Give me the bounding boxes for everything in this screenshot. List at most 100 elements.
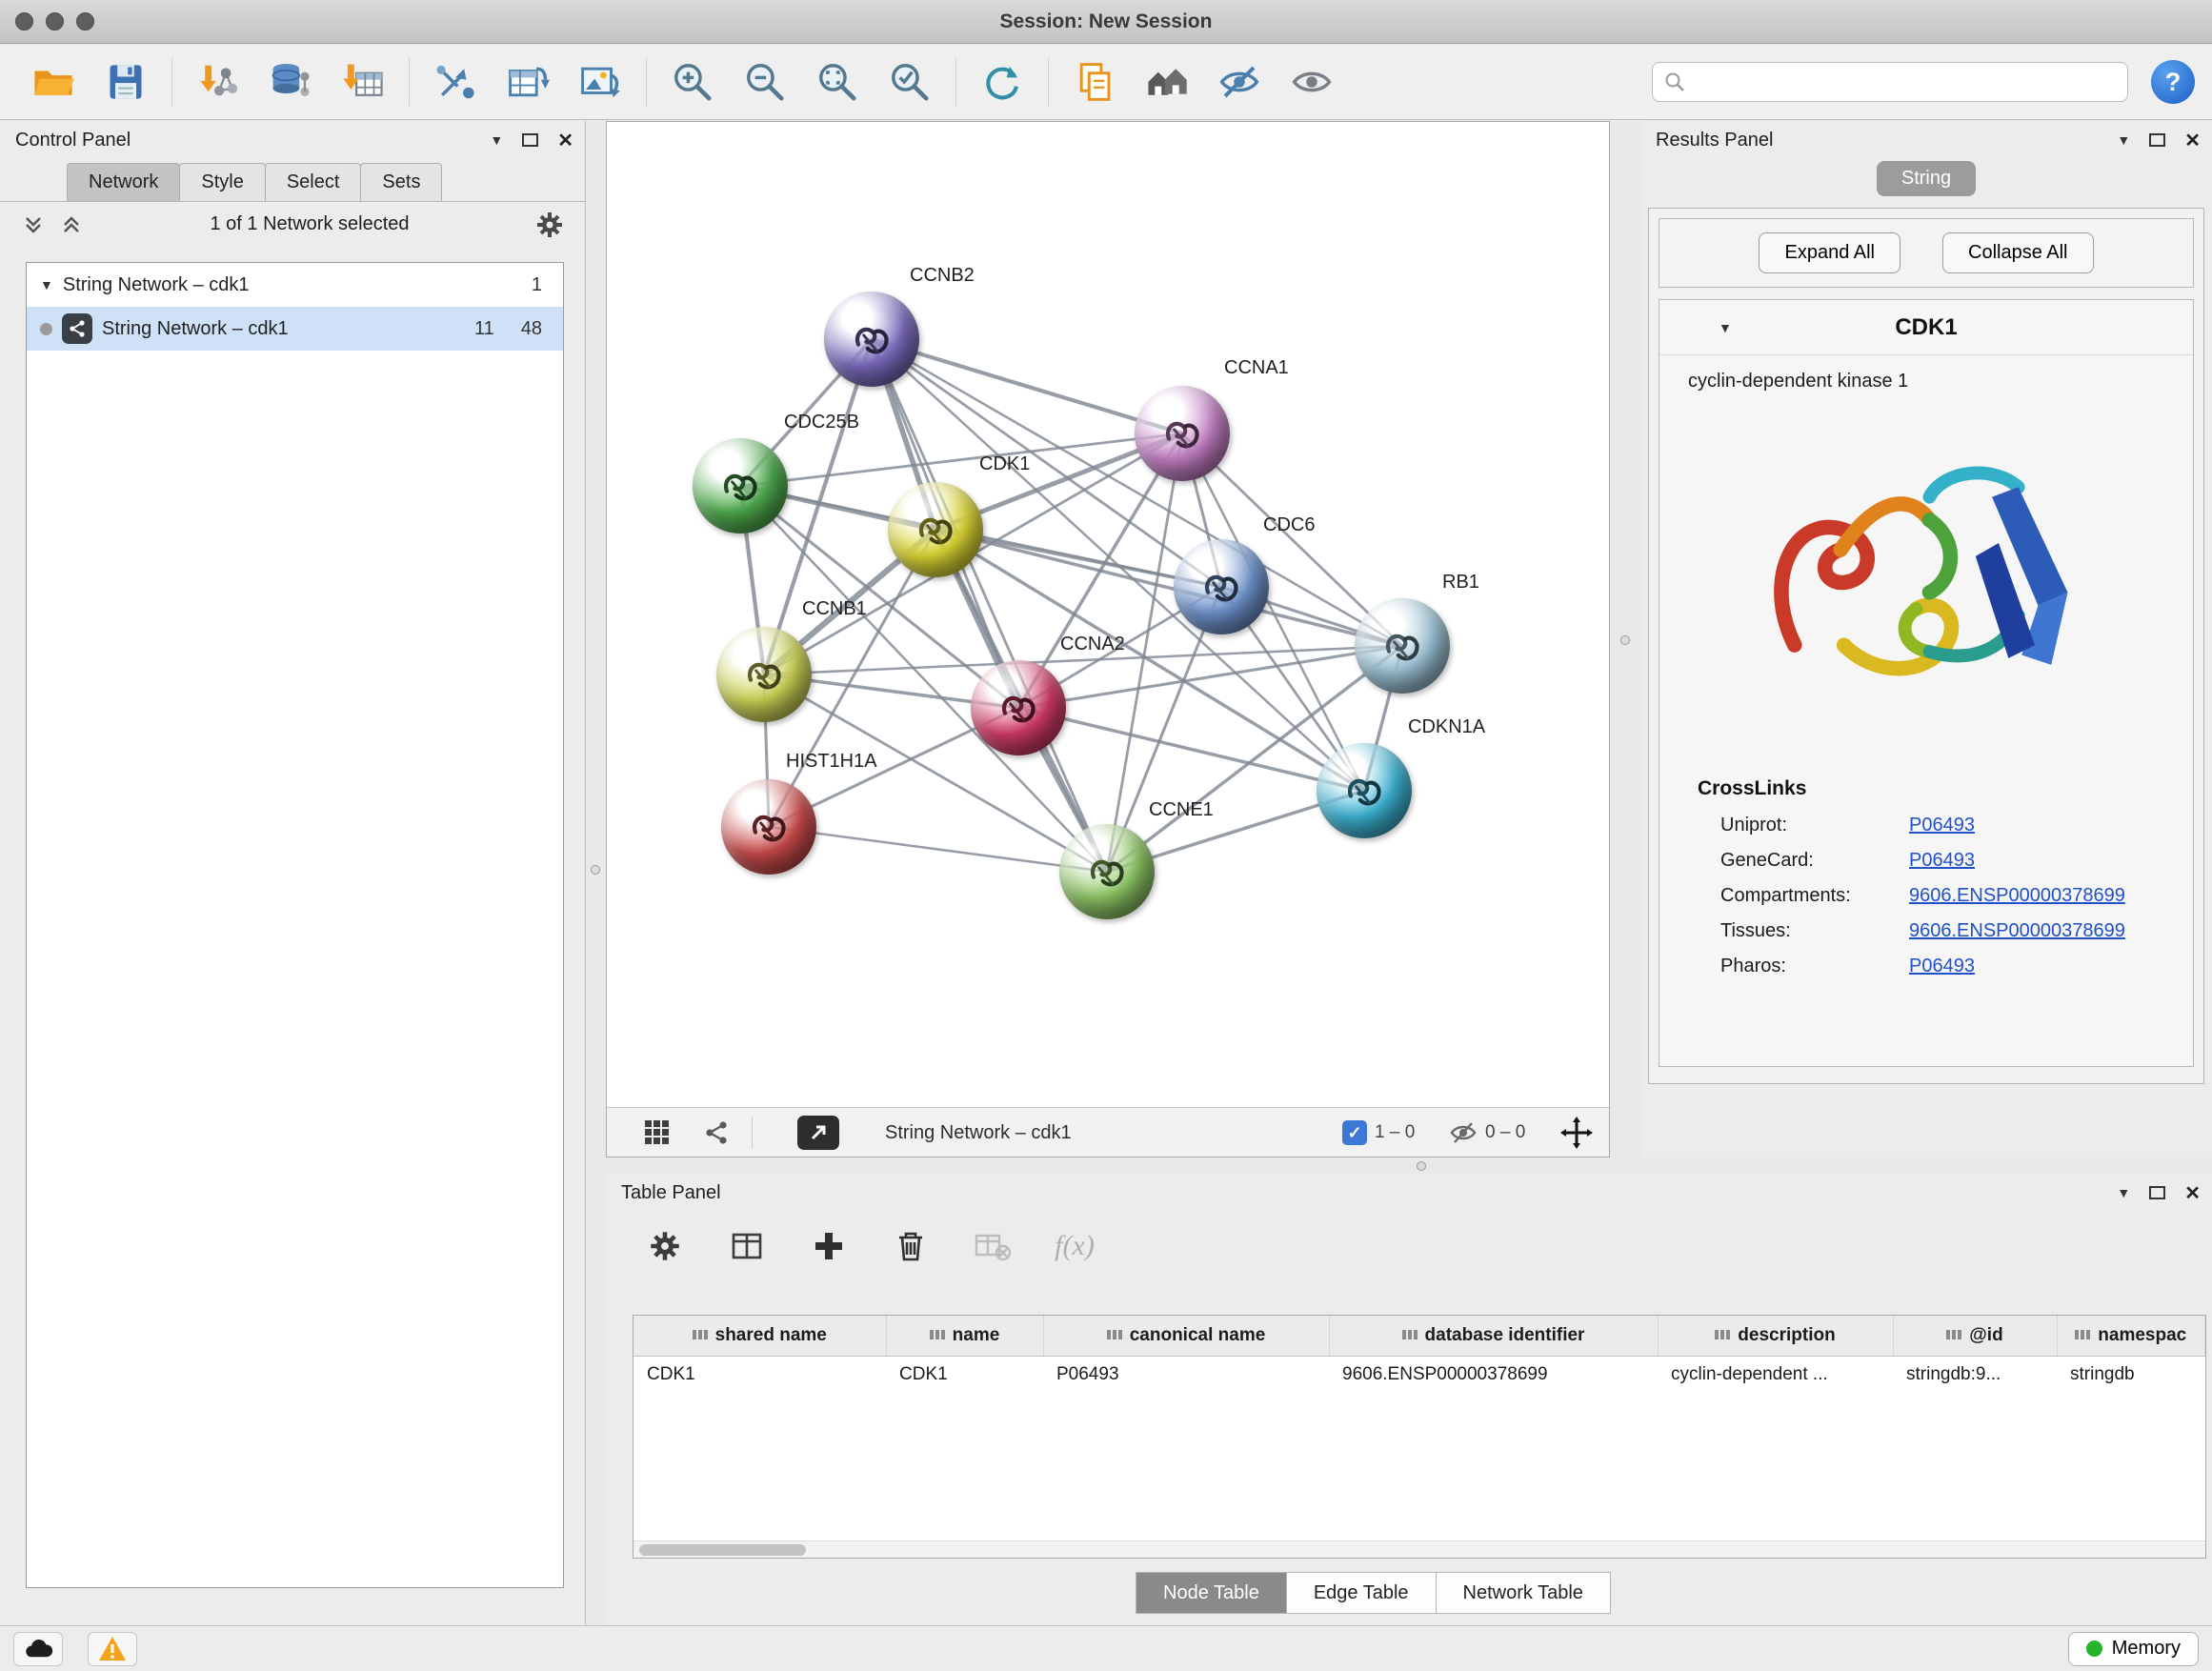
tab-string[interactable]: String [1877,161,1976,196]
table-cell[interactable]: stringdb:9... [1893,1356,2057,1394]
column-header[interactable]: namespac [2057,1316,2205,1356]
help-button[interactable]: ? [2151,60,2195,104]
column-header[interactable]: database identifier [1329,1316,1658,1356]
tab-select[interactable]: Select [265,163,362,201]
tab-style[interactable]: Style [179,163,265,201]
float-panel-icon[interactable] [2149,1186,2165,1199]
splitter-handle[interactable] [591,865,600,875]
open-session-button[interactable] [23,52,84,111]
delete-table-button[interactable] [968,1221,1017,1271]
cloud-status-button[interactable] [13,1632,63,1666]
network-node-ccnb1[interactable] [716,627,812,722]
expand-all-icon[interactable] [59,212,84,237]
protein-section-header[interactable]: ▼ CDK1 [1659,300,2193,355]
import-network-database-button[interactable] [260,52,321,111]
new-network-selection-button[interactable] [425,52,486,111]
import-table-file-button[interactable] [332,52,393,111]
network-node-ccne1[interactable] [1059,824,1155,919]
copy-style-button[interactable] [1064,52,1125,111]
column-header[interactable]: shared name [633,1316,886,1356]
zoom-in-button[interactable] [662,52,723,111]
show-all-button[interactable] [1281,52,1342,111]
network-node-cdk1[interactable] [888,482,983,577]
table-settings-button[interactable] [640,1221,690,1271]
clone-network-button[interactable] [497,52,558,111]
window-close-button[interactable] [15,12,33,30]
window-zoom-button[interactable] [76,12,94,30]
network-node-ccnb2[interactable] [824,292,919,387]
column-header[interactable]: @id [1893,1316,2057,1356]
table-cell[interactable]: CDK1 [886,1356,1043,1394]
birdseye-toggle-button[interactable] [797,1116,839,1150]
zoom-selected-button[interactable] [879,52,940,111]
collapse-all-icon[interactable] [21,212,46,237]
close-panel-icon[interactable]: ✕ [2184,1181,2201,1205]
panel-menu-icon[interactable]: ▼ [2117,132,2130,148]
crosslinks-heading: CrossLinks [1659,760,2193,808]
scrollbar-thumb[interactable] [639,1544,806,1556]
network-node-ccna2[interactable] [971,660,1066,755]
horizontal-scrollbar[interactable] [633,1540,2205,1558]
float-panel-icon[interactable] [522,133,538,147]
network-collection-row[interactable]: ▼ String Network – cdk1 1 [27,263,563,307]
crosslink-link[interactable]: P06493 [1909,815,1975,836]
network-node-cdc6[interactable] [1174,539,1269,634]
grid-view-icon[interactable] [643,1108,672,1158]
float-panel-icon[interactable] [2149,133,2165,147]
function-builder-button[interactable]: f(x) [1050,1221,1099,1271]
search-input[interactable] [1693,71,2116,92]
table-cell[interactable]: P06493 [1043,1356,1329,1394]
import-network-file-button[interactable] [188,52,249,111]
splitter-handle[interactable] [1417,1161,1426,1171]
table-cell[interactable]: cyclin-dependent ... [1658,1356,1893,1394]
delete-column-button[interactable] [886,1221,935,1271]
crosslink-link[interactable]: 9606.ENSP00000378699 [1909,920,2125,942]
hide-selected-button[interactable] [1209,52,1270,111]
tab-edge-table[interactable]: Edge Table [1286,1572,1437,1614]
column-header[interactable]: description [1658,1316,1893,1356]
collection-expand-icon[interactable]: ▼ [40,277,53,292]
share-view-icon[interactable] [702,1108,731,1158]
zoom-out-button[interactable] [734,52,795,111]
network-node-hist1h1a[interactable] [721,779,816,875]
expand-all-button[interactable]: Expand All [1759,232,1900,273]
panel-menu-icon[interactable]: ▼ [490,132,503,148]
move-tool-icon[interactable] [1559,1108,1594,1158]
crosslink-link[interactable]: P06493 [1909,850,1975,872]
network-row[interactable]: String Network – cdk1 11 48 [27,307,563,351]
zoom-fit-button[interactable] [807,52,868,111]
column-header[interactable]: canonical name [1043,1316,1329,1356]
section-collapse-icon[interactable]: ▼ [1719,320,1732,335]
crosslink-link[interactable]: 9606.ENSP00000378699 [1909,885,2125,907]
table-cell[interactable]: 9606.ENSP00000378699 [1329,1356,1658,1394]
memory-button[interactable]: Memory [2068,1632,2199,1666]
gear-icon[interactable] [535,211,564,239]
network-node-cdkn1a[interactable] [1317,743,1412,838]
network-node-cdc25b[interactable] [693,438,788,534]
window-minimize-button[interactable] [46,12,64,30]
add-column-button[interactable] [804,1221,854,1271]
close-panel-icon[interactable]: ✕ [557,129,573,152]
panel-menu-icon[interactable]: ▼ [2117,1185,2130,1200]
tab-network-table[interactable]: Network Table [1436,1572,1611,1614]
show-columns-button[interactable] [722,1221,772,1271]
network-node-ccna1[interactable] [1135,386,1230,481]
tab-node-table[interactable]: Node Table [1136,1572,1287,1614]
refresh-layout-button[interactable] [972,52,1033,111]
tab-network[interactable]: Network [67,163,180,201]
splitter-handle[interactable] [1620,635,1630,645]
collapse-all-button[interactable]: Collapse All [1942,232,2094,273]
network-canvas[interactable]: CCNB2CCNA1CDC25BCDK1CDC6RB1CCNB1CCNA2CDK… [607,122,1609,1107]
save-session-button[interactable] [95,52,156,111]
first-neighbors-button[interactable] [1136,52,1197,111]
table-row[interactable]: CDK1 CDK1 P06493 9606.ENSP00000378699 cy… [633,1356,2205,1394]
export-image-button[interactable] [570,52,631,111]
close-panel-icon[interactable]: ✕ [2184,129,2201,152]
column-header[interactable]: name [886,1316,1043,1356]
table-cell[interactable]: stringdb [2057,1356,2205,1394]
network-node-rb1[interactable] [1355,598,1450,694]
warnings-button[interactable] [88,1632,137,1666]
crosslink-link[interactable]: P06493 [1909,956,1975,977]
tab-sets[interactable]: Sets [360,163,442,201]
table-cell[interactable]: CDK1 [633,1356,886,1394]
